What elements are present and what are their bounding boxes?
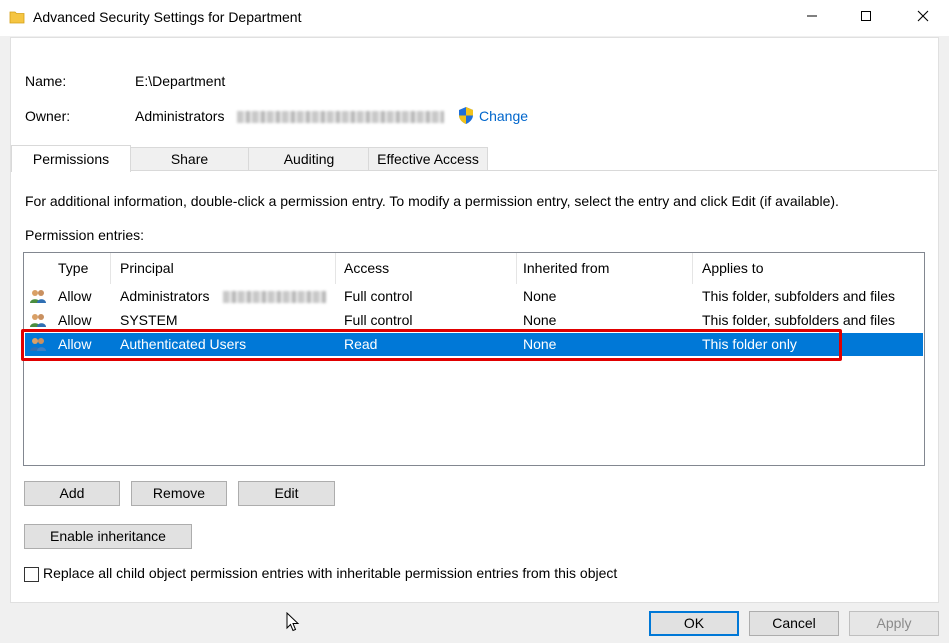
tab-label: Auditing (283, 151, 335, 167)
cell-access: Full control (344, 312, 413, 328)
ok-button[interactable]: OK (649, 611, 739, 636)
tab-permissions[interactable]: Permissions (11, 145, 131, 172)
shield-icon (459, 107, 473, 124)
tab-label: Permissions (32, 151, 110, 167)
cell-applies-to: This folder, subfolders and files (702, 312, 895, 328)
name-value: E:\Department (135, 73, 226, 89)
redacted-owner-domain (237, 111, 444, 123)
maximize-icon (861, 11, 871, 21)
mouse-cursor-icon (286, 612, 300, 632)
change-link-text: Change (479, 107, 529, 124)
remove-button[interactable]: Remove (131, 481, 227, 506)
column-header-access[interactable]: Access (344, 253, 389, 284)
title-bar: Advanced Security Settings for Departmen… (0, 0, 949, 36)
cell-inherited-from: None (523, 288, 557, 304)
cell-inherited-from: None (523, 312, 557, 328)
cell-principal: Administrators (120, 288, 210, 304)
window-title: Advanced Security Settings for Departmen… (33, 9, 302, 25)
cell-principal: Authenticated Users (120, 336, 247, 352)
apply-button[interactable]: Apply (849, 611, 939, 636)
cell-access: Read (344, 336, 378, 352)
folder-icon (9, 11, 25, 24)
column-header-type[interactable]: Type (58, 253, 88, 284)
column-separator (692, 253, 693, 284)
permission-entries-list[interactable]: Type Principal Access Inherited from App… (23, 252, 925, 466)
table-row[interactable]: Allow Administrators Full control None T… (25, 285, 923, 308)
cell-type: Allow (58, 336, 92, 352)
replace-child-permissions-label: Replace all child object permission entr… (43, 565, 618, 581)
cell-inherited-from: None (523, 336, 557, 352)
owner-value: Administrators (135, 108, 225, 124)
cell-type: Allow (58, 312, 92, 328)
edit-button[interactable]: Edit (238, 481, 335, 506)
column-separator (516, 253, 517, 284)
tab-label: Effective Access (377, 151, 479, 167)
cell-applies-to: This folder, subfolders and files (702, 288, 895, 304)
cell-applies-to: This folder only (702, 336, 797, 352)
maximize-button[interactable] (843, 0, 889, 32)
tab-effective-access[interactable]: Effective Access (368, 147, 488, 170)
redacted-principal-domain (223, 291, 326, 303)
column-separator (335, 253, 336, 284)
replace-child-permissions-checkbox[interactable] (24, 567, 39, 582)
owner-label: Owner: (25, 108, 71, 124)
tab-share[interactable]: Share (129, 147, 250, 170)
users-icon (30, 290, 46, 303)
users-icon (30, 338, 46, 351)
permissions-info-text: For additional information, double-click… (25, 193, 839, 209)
minimize-icon (807, 15, 817, 17)
name-label: Name: (25, 73, 67, 89)
table-row-selected[interactable]: Allow Authenticated Users Read None This… (25, 333, 923, 356)
cell-principal: SYSTEM (120, 312, 178, 328)
permission-entries-label: Permission entries: (25, 227, 145, 243)
column-header-applies-to[interactable]: Applies to (702, 253, 763, 284)
enable-inheritance-button[interactable]: Enable inheritance (24, 524, 192, 549)
table-row[interactable]: Allow SYSTEM Full control None This fold… (25, 309, 923, 332)
tab-auditing[interactable]: Auditing (248, 147, 370, 170)
users-icon (30, 314, 46, 327)
cancel-button[interactable]: Cancel (749, 611, 839, 636)
cell-type: Allow (58, 288, 92, 304)
tab-divider (11, 170, 937, 171)
add-button[interactable]: Add (24, 481, 120, 506)
close-icon (917, 10, 929, 22)
close-button[interactable] (900, 0, 946, 32)
change-owner-link[interactable]: Change (457, 106, 528, 125)
column-separator (110, 253, 111, 284)
minimize-button[interactable] (789, 0, 835, 32)
column-header-principal[interactable]: Principal (120, 253, 174, 284)
column-header-inherited-from[interactable]: Inherited from (523, 253, 609, 284)
tab-label: Share (170, 151, 209, 167)
cell-access: Full control (344, 288, 413, 304)
